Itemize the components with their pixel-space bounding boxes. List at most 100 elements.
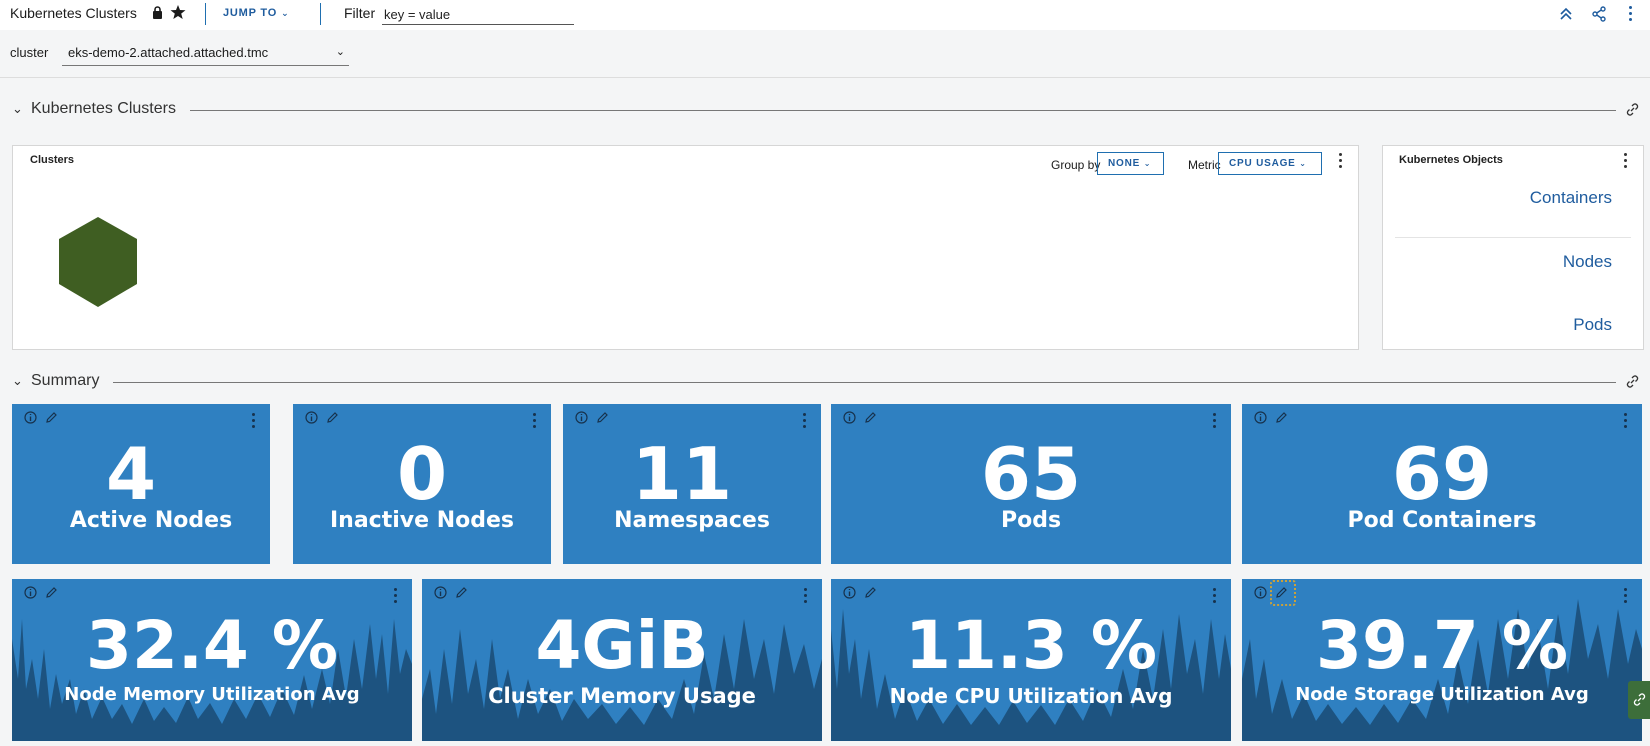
- kubernetes-objects-panel: Kubernetes Objects Containers Nodes Pods: [1382, 145, 1644, 350]
- pencil-icon[interactable]: [326, 411, 339, 424]
- info-icon[interactable]: [305, 411, 318, 424]
- panel-menu-icon[interactable]: [1624, 153, 1628, 169]
- tile-cluster-memory-usage: 4GiB Cluster Memory Usage: [422, 579, 822, 741]
- jump-to-label: JUMP TO: [223, 7, 278, 19]
- tile-inactive-nodes: 0 Inactive Nodes: [293, 404, 551, 564]
- tile-label: Inactive Nodes: [329, 508, 514, 533]
- jump-to-button[interactable]: JUMP TO ⌄: [223, 7, 289, 19]
- toolbar-divider: [320, 3, 321, 25]
- link-icon[interactable]: [1625, 374, 1640, 389]
- metric-dropdown[interactable]: CPU USAGE ⌄: [1218, 152, 1322, 175]
- tile-label: Pods: [1000, 508, 1062, 533]
- tile-menu-icon[interactable]: [1213, 588, 1217, 604]
- pencil-icon[interactable]: [864, 411, 877, 424]
- chevron-down-icon[interactable]: ⌄: [12, 373, 23, 389]
- tile-value: 4: [105, 432, 157, 516]
- pencil-icon[interactable]: [1275, 586, 1288, 599]
- tile-value: 69: [1391, 432, 1493, 516]
- tile-active-nodes: 4 Active Nodes: [12, 404, 270, 564]
- tile-menu-icon[interactable]: [533, 413, 537, 429]
- tile-menu-icon[interactable]: [1624, 588, 1628, 604]
- tile-menu-icon[interactable]: [394, 588, 398, 604]
- tile-pods: 65 Pods: [831, 404, 1231, 564]
- tile-node-cpu-utilization: 11.3 % Node CPU Utilization Avg: [831, 579, 1231, 741]
- dashboard-title: Kubernetes Clusters: [10, 5, 137, 21]
- pencil-icon[interactable]: [864, 586, 877, 599]
- more-options-icon[interactable]: [1629, 6, 1633, 22]
- pencil-icon[interactable]: [1275, 411, 1288, 424]
- info-icon[interactable]: [1254, 586, 1267, 599]
- link-icon[interactable]: [1625, 102, 1640, 117]
- section-title: Summary: [31, 372, 100, 389]
- cluster-variable-label: cluster: [10, 45, 49, 60]
- lock-icon[interactable]: [152, 6, 163, 19]
- panel-title: Kubernetes Objects: [1399, 154, 1503, 166]
- section-header-kubernetes-clusters[interactable]: ⌄ Kubernetes Clusters: [0, 98, 1650, 122]
- share-icon[interactable]: [1591, 6, 1607, 22]
- collapse-up-icon[interactable]: [1558, 6, 1574, 22]
- group-by-label: Group by: [1051, 158, 1101, 172]
- pencil-icon[interactable]: [455, 586, 468, 599]
- chevron-down-icon: ⌄: [1143, 159, 1152, 168]
- chevron-down-icon: ⌄: [1299, 159, 1307, 168]
- panel-menu-icon[interactable]: [1339, 153, 1343, 169]
- clusters-panel: Clusters Group by NONE ⌄ Metric CPU USAG…: [12, 145, 1359, 350]
- section-divider: [113, 382, 1616, 383]
- tile-value: 65: [980, 432, 1082, 516]
- tile-value: 11: [631, 432, 733, 516]
- star-icon[interactable]: [170, 4, 186, 20]
- chevron-down-icon: ⌄: [335, 46, 345, 58]
- variable-bar: cluster eks-demo-2.attached.attached.tmc…: [0, 30, 1650, 78]
- group-by-dropdown[interactable]: NONE ⌄: [1097, 152, 1164, 175]
- tile-label: Namespaces: [614, 508, 770, 533]
- info-icon[interactable]: [24, 586, 37, 599]
- containers-link[interactable]: Containers: [1530, 188, 1612, 208]
- tile-menu-icon[interactable]: [804, 588, 808, 604]
- pencil-icon[interactable]: [45, 586, 58, 599]
- top-bar: Kubernetes Clusters JUMP TO ⌄ Filter: [0, 0, 1650, 30]
- divider: [1395, 237, 1631, 238]
- tile-label: Cluster Memory Usage: [488, 684, 756, 708]
- tile-node-memory-utilization: 32.4 % Node Memory Utilization Avg: [12, 579, 412, 741]
- panel-title: Clusters: [30, 154, 75, 166]
- filter-input[interactable]: [382, 4, 574, 25]
- chevron-down-icon: ⌄: [281, 8, 290, 18]
- section-header-summary[interactable]: ⌄ Summary: [0, 370, 1650, 394]
- tile-value: 39.7 %: [1316, 607, 1568, 684]
- side-link-tab[interactable]: [1628, 681, 1650, 719]
- toolbar-divider: [205, 3, 206, 25]
- filter-label: Filter: [344, 5, 376, 21]
- info-icon[interactable]: [575, 411, 588, 424]
- tile-label: Node CPU Utilization Avg: [889, 684, 1173, 708]
- tile-menu-icon[interactable]: [803, 413, 807, 429]
- chevron-down-icon[interactable]: ⌄: [12, 101, 23, 117]
- tile-menu-icon[interactable]: [1213, 413, 1217, 429]
- tile-label: Pod Containers: [1347, 508, 1537, 533]
- tile-namespaces: 11 Namespaces: [563, 404, 821, 564]
- metric-label: Metric: [1188, 158, 1221, 172]
- pencil-icon[interactable]: [596, 411, 609, 424]
- info-icon[interactable]: [434, 586, 447, 599]
- pencil-icon[interactable]: [45, 411, 58, 424]
- tile-value: 11.3 %: [905, 607, 1157, 684]
- info-icon[interactable]: [24, 411, 37, 424]
- group-by-value: NONE: [1108, 158, 1141, 169]
- info-icon[interactable]: [843, 586, 856, 599]
- cluster-hexagon[interactable]: [58, 217, 138, 307]
- section-divider: [190, 110, 1616, 111]
- section-title: Kubernetes Clusters: [31, 100, 176, 117]
- tile-menu-icon[interactable]: [1624, 413, 1628, 429]
- cluster-select[interactable]: eks-demo-2.attached.attached.tmc ⌄: [62, 41, 349, 66]
- tile-node-storage-utilization: 39.7 % Node Storage Utilization Avg: [1242, 579, 1642, 741]
- metric-value: CPU USAGE: [1229, 158, 1296, 169]
- tile-label: Node Storage Utilization Avg: [1295, 684, 1589, 705]
- info-icon[interactable]: [1254, 411, 1267, 424]
- tile-value: 32.4 %: [86, 607, 338, 684]
- tile-pod-containers: 69 Pod Containers: [1242, 404, 1642, 564]
- pods-link[interactable]: Pods: [1573, 315, 1612, 335]
- info-icon[interactable]: [843, 411, 856, 424]
- cluster-select-value: eks-demo-2.attached.attached.tmc: [68, 45, 269, 60]
- link-icon: [1633, 693, 1646, 706]
- tile-menu-icon[interactable]: [252, 413, 256, 429]
- nodes-link[interactable]: Nodes: [1563, 252, 1612, 272]
